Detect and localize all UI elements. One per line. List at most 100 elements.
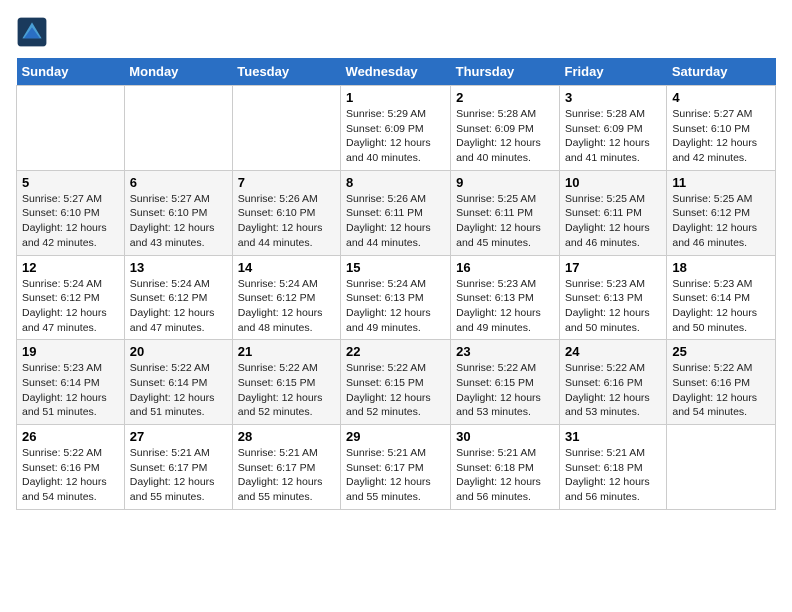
day-info: Sunrise: 5:22 AM Sunset: 6:15 PM Dayligh… [456, 361, 554, 420]
weekday-header-row: SundayMondayTuesdayWednesdayThursdayFrid… [17, 58, 776, 86]
calendar-table: SundayMondayTuesdayWednesdayThursdayFrid… [16, 58, 776, 510]
weekday-header-sunday: Sunday [17, 58, 125, 86]
calendar-cell: 5Sunrise: 5:27 AM Sunset: 6:10 PM Daylig… [17, 170, 125, 255]
calendar-cell: 6 Sunrise: 5:27 AM Sunset: 6:10 PM Daylig… [124, 170, 232, 255]
day-info: Sunrise: 5:22 AM Sunset: 6:16 PM Dayligh… [22, 446, 119, 505]
day-number: 21 [238, 344, 335, 359]
calendar-cell: 24 Sunrise: 5:22 AM Sunset: 6:16 PM Dayli… [560, 340, 667, 425]
day-number: 22 [346, 344, 445, 359]
day-number: 17 [565, 260, 661, 275]
day-info: Sunrise: 5:21 AM Sunset: 6:17 PM Dayligh… [130, 446, 227, 505]
calendar-cell: 16Sunrise: 5:23 AM Sunset: 6:13 PM Dayli… [451, 255, 560, 340]
day-info: Sunrise: 5:23 AM Sunset: 6:14 PM Dayligh… [672, 277, 770, 336]
calendar-cell: 28 Sunrise: 5:21 AM Sunset: 6:17 PM Dayli… [232, 425, 340, 510]
logo-icon [16, 16, 48, 48]
day-info: Sunrise: 5:26 AM Sunset: 6:11 PM Dayligh… [346, 192, 445, 251]
day-number: 8 [346, 175, 445, 190]
day-info: Sunrise: 5:24 AM Sunset: 6:12 PM Dayligh… [130, 277, 227, 336]
calendar-cell: 27 Sunrise: 5:21 AM Sunset: 6:17 PM Dayli… [124, 425, 232, 510]
weekday-header-wednesday: Wednesday [341, 58, 451, 86]
calendar-cell: 22 Sunrise: 5:22 AM Sunset: 6:15 PM Dayli… [341, 340, 451, 425]
day-info: Sunrise: 5:22 AM Sunset: 6:15 PM Dayligh… [238, 361, 335, 420]
calendar-cell: 17 Sunrise: 5:23 AM Sunset: 6:13 PM Dayli… [560, 255, 667, 340]
calendar-cell: 4 Sunrise: 5:27 AM Sunset: 6:10 PM Daylig… [667, 86, 776, 171]
day-info: Sunrise: 5:23 AM Sunset: 6:13 PM Dayligh… [565, 277, 661, 336]
calendar-cell [232, 86, 340, 171]
day-info: Sunrise: 5:28 AM Sunset: 6:09 PM Dayligh… [565, 107, 661, 166]
day-number: 4 [672, 90, 770, 105]
day-number: 12 [22, 260, 119, 275]
calendar-cell: 26 Sunrise: 5:22 AM Sunset: 6:16 PM Dayli… [17, 425, 125, 510]
calendar-cell: 11 Sunrise: 5:25 AM Sunset: 6:12 PM Dayli… [667, 170, 776, 255]
day-info: Sunrise: 5:24 AM Sunset: 6:12 PM Dayligh… [238, 277, 335, 336]
day-info: Sunrise: 5:29 AM Sunset: 6:09 PM Dayligh… [346, 107, 445, 166]
day-info: Sunrise: 5:23 AM Sunset: 6:13 PM Dayligh… [456, 277, 554, 336]
weekday-header-friday: Friday [560, 58, 667, 86]
day-info: Sunrise: 5:21 AM Sunset: 6:17 PM Dayligh… [238, 446, 335, 505]
day-number: 30 [456, 429, 554, 444]
day-info: Sunrise: 5:25 AM Sunset: 6:11 PM Dayligh… [456, 192, 554, 251]
logo [16, 16, 52, 48]
day-info: Sunrise: 5:22 AM Sunset: 6:16 PM Dayligh… [672, 361, 770, 420]
calendar-cell: 2 Sunrise: 5:28 AM Sunset: 6:09 PM Daylig… [451, 86, 560, 171]
weekday-header-tuesday: Tuesday [232, 58, 340, 86]
day-number: 5 [22, 175, 119, 190]
calendar-cell: 7Sunrise: 5:26 AM Sunset: 6:10 PM Daylig… [232, 170, 340, 255]
day-info: Sunrise: 5:22 AM Sunset: 6:14 PM Dayligh… [130, 361, 227, 420]
calendar-cell: 13 Sunrise: 5:24 AM Sunset: 6:12 PM Dayli… [124, 255, 232, 340]
day-number: 2 [456, 90, 554, 105]
weekday-header-monday: Monday [124, 58, 232, 86]
calendar-cell: 31Sunrise: 5:21 AM Sunset: 6:18 PM Dayli… [560, 425, 667, 510]
calendar-cell: 18Sunrise: 5:23 AM Sunset: 6:14 PM Dayli… [667, 255, 776, 340]
day-info: Sunrise: 5:21 AM Sunset: 6:18 PM Dayligh… [565, 446, 661, 505]
calendar-week-row: 1Sunrise: 5:29 AM Sunset: 6:09 PM Daylig… [17, 86, 776, 171]
day-info: Sunrise: 5:22 AM Sunset: 6:15 PM Dayligh… [346, 361, 445, 420]
calendar-week-row: 26 Sunrise: 5:22 AM Sunset: 6:16 PM Dayli… [17, 425, 776, 510]
day-info: Sunrise: 5:21 AM Sunset: 6:18 PM Dayligh… [456, 446, 554, 505]
day-number: 25 [672, 344, 770, 359]
day-info: Sunrise: 5:21 AM Sunset: 6:17 PM Dayligh… [346, 446, 445, 505]
day-number: 15 [346, 260, 445, 275]
calendar-week-row: 19 Sunrise: 5:23 AM Sunset: 6:14 PM Dayli… [17, 340, 776, 425]
day-info: Sunrise: 5:25 AM Sunset: 6:12 PM Dayligh… [672, 192, 770, 251]
day-number: 9 [456, 175, 554, 190]
day-number: 20 [130, 344, 227, 359]
calendar-cell: 19 Sunrise: 5:23 AM Sunset: 6:14 PM Dayli… [17, 340, 125, 425]
day-info: Sunrise: 5:24 AM Sunset: 6:13 PM Dayligh… [346, 277, 445, 336]
calendar-cell [667, 425, 776, 510]
calendar-cell: 30 Sunrise: 5:21 AM Sunset: 6:18 PM Dayli… [451, 425, 560, 510]
day-number: 29 [346, 429, 445, 444]
day-number: 19 [22, 344, 119, 359]
day-info: Sunrise: 5:22 AM Sunset: 6:16 PM Dayligh… [565, 361, 661, 420]
day-info: Sunrise: 5:27 AM Sunset: 6:10 PM Dayligh… [130, 192, 227, 251]
day-number: 3 [565, 90, 661, 105]
calendar-cell: 10Sunrise: 5:25 AM Sunset: 6:11 PM Dayli… [560, 170, 667, 255]
calendar-week-row: 12 Sunrise: 5:24 AM Sunset: 6:12 PM Dayli… [17, 255, 776, 340]
calendar-week-row: 5 Sunrise: 5:27 AM Sunset: 6:10 PM Daylig… [17, 170, 776, 255]
day-number: 14 [238, 260, 335, 275]
day-number: 26 [22, 429, 119, 444]
calendar-cell: 15 Sunrise: 5:24 AM Sunset: 6:13 PM Dayli… [341, 255, 451, 340]
day-number: 11 [672, 175, 770, 190]
day-info: Sunrise: 5:23 AM Sunset: 6:14 PM Dayligh… [22, 361, 119, 420]
weekday-header-saturday: Saturday [667, 58, 776, 86]
day-info: Sunrise: 5:28 AM Sunset: 6:09 PM Dayligh… [456, 107, 554, 166]
day-number: 10 [565, 175, 661, 190]
calendar-cell: 25 Sunrise: 5:22 AM Sunset: 6:16 PM Dayli… [667, 340, 776, 425]
day-number: 23 [456, 344, 554, 359]
day-number: 24 [565, 344, 661, 359]
calendar-cell: 21 Sunrise: 5:22 AM Sunset: 6:15 PM Dayli… [232, 340, 340, 425]
weekday-header-thursday: Thursday [451, 58, 560, 86]
day-number: 27 [130, 429, 227, 444]
calendar-cell: 14 Sunrise: 5:24 AM Sunset: 6:12 PM Dayli… [232, 255, 340, 340]
calendar-cell: 29 Sunrise: 5:21 AM Sunset: 6:17 PM Dayli… [341, 425, 451, 510]
page-header [16, 16, 776, 48]
day-info: Sunrise: 5:27 AM Sunset: 6:10 PM Dayligh… [672, 107, 770, 166]
day-number: 28 [238, 429, 335, 444]
calendar-cell: 9 Sunrise: 5:25 AM Sunset: 6:11 PM Daylig… [451, 170, 560, 255]
day-number: 13 [130, 260, 227, 275]
calendar-cell [17, 86, 125, 171]
calendar-cell: 8 Sunrise: 5:26 AM Sunset: 6:11 PM Daylig… [341, 170, 451, 255]
day-number: 6 [130, 175, 227, 190]
day-number: 7 [238, 175, 335, 190]
